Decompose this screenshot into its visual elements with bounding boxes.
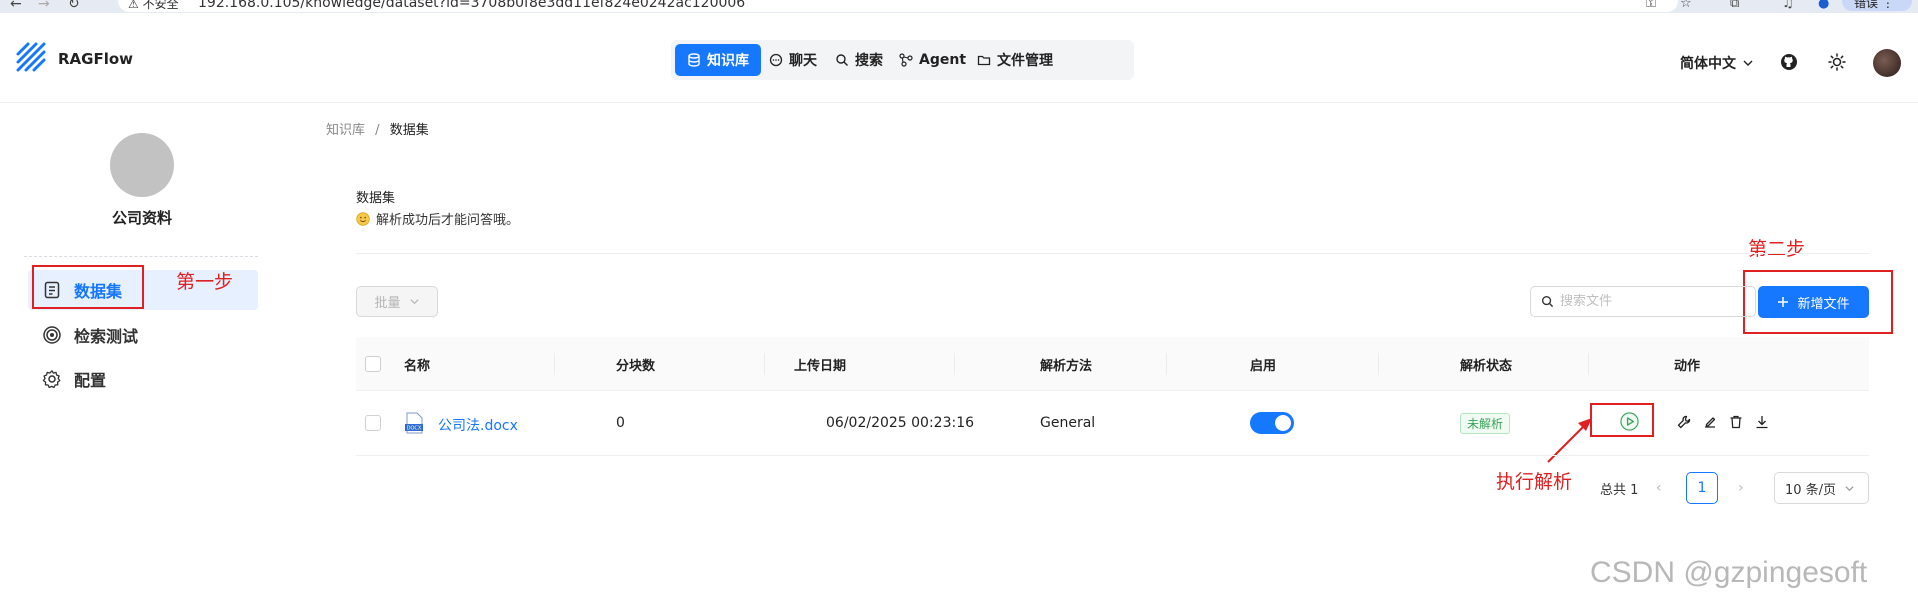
page-size-select[interactable]: 10 条/页 — [1774, 472, 1869, 504]
column-enabled[interactable]: 启用 — [1250, 355, 1276, 374]
column-upload-date[interactable]: 上传日期 — [794, 355, 846, 374]
column-chunks[interactable]: 分块数 — [616, 355, 655, 374]
extensions-icon[interactable]: ⧉ — [1730, 0, 1739, 11]
batch-button[interactable]: 批量 — [356, 286, 438, 317]
media-icon[interactable]: ♫ — [1782, 0, 1794, 11]
folder-icon — [977, 55, 991, 66]
profile-error-button[interactable]: 错误 ⋮ — [1842, 0, 1912, 11]
language-select[interactable]: 简体中文 — [1680, 53, 1754, 73]
select-all-checkbox[interactable] — [365, 356, 381, 372]
chevron-down-icon — [409, 299, 419, 305]
row-checkbox[interactable] — [365, 415, 381, 431]
database-icon — [688, 53, 700, 67]
next-page-icon[interactable]: › — [1738, 480, 1744, 496]
column-separator — [954, 353, 955, 375]
target-icon — [43, 326, 61, 344]
kb-name: 公司资料 — [111, 209, 172, 227]
url-text[interactable]: 192.168.0.105/knowledge/dataset?id=3708b… — [198, 0, 745, 11]
docx-file-icon: DOCX — [405, 412, 423, 434]
profile-icon[interactable]: ● — [1818, 0, 1829, 11]
browser-toolbar: ← → ↻ ⚠ 不安全 192.168.0.105/knowledge/data… — [0, 0, 1918, 13]
breadcrumb: 知识库 / 数据集 — [326, 119, 429, 138]
reload-icon[interactable]: ↻ — [68, 0, 80, 12]
nav-chat[interactable]: 聊天 — [757, 44, 829, 76]
column-separator — [1166, 353, 1167, 375]
section-tip: 解析成功后才能问答哦。 — [356, 209, 519, 228]
chevron-down-icon — [1743, 60, 1753, 66]
annotation-parse: 执行解析 — [1496, 471, 1573, 493]
download-icon[interactable] — [1754, 414, 1770, 430]
smile-emoji-icon — [356, 211, 370, 226]
breadcrumb-separator: / — [375, 123, 380, 138]
sidebar-item-retrieval-test[interactable]: 检索测试 — [32, 315, 138, 355]
gear-icon — [42, 370, 61, 389]
nav-file-management[interactable]: 文件管理 — [965, 44, 1065, 76]
page-number[interactable]: 1 — [1686, 472, 1718, 504]
app-header: RAGFlow 知识库 聊天 搜索 Agent 文件管理 简体中文 — [0, 13, 1918, 103]
search-input[interactable] — [1560, 294, 1740, 309]
search-icon — [836, 54, 848, 66]
star-icon[interactable]: ☆ — [1680, 0, 1692, 11]
svg-text:DOCX: DOCX — [407, 426, 422, 432]
edit-icon[interactable] — [1702, 414, 1718, 430]
watermark: CSDN @gzpingesoft — [1590, 556, 1868, 589]
parse-run-icon[interactable] — [1620, 412, 1639, 431]
back-icon[interactable]: ← — [10, 0, 22, 12]
theme-sun-icon[interactable] — [1828, 53, 1846, 71]
column-name[interactable]: 名称 — [404, 355, 430, 374]
delete-icon[interactable] — [1728, 414, 1744, 430]
table-header: 名称 分块数 上传日期 解析方法 启用 解析状态 动作 — [356, 337, 1869, 391]
forward-icon[interactable]: → — [38, 0, 50, 12]
column-separator — [1588, 353, 1589, 375]
chunk-count: 0 — [616, 415, 625, 431]
upload-date: 06/02/2025 00:23:16 — [826, 415, 975, 431]
search-icon — [1541, 295, 1554, 308]
column-parse-status[interactable]: 解析状态 — [1460, 355, 1512, 374]
section-title: 数据集 — [356, 191, 396, 206]
brand-name: RAGFlow — [58, 50, 134, 68]
user-avatar[interactable] — [1873, 49, 1901, 77]
table-row: DOCX 公司法.docx 0 06/02/2025 00:23:16 Gene… — [356, 391, 1869, 456]
kb-avatar — [110, 133, 174, 197]
agent-graph-icon — [899, 53, 913, 67]
plus-icon — [1778, 297, 1789, 307]
file-name-link[interactable]: 公司法.docx — [438, 415, 518, 435]
nav-knowledge-base[interactable]: 知识库 — [675, 44, 761, 76]
wrench-icon[interactable] — [1676, 414, 1692, 430]
column-actions: 动作 — [1674, 359, 1701, 374]
add-file-button[interactable]: 新增文件 — [1758, 286, 1869, 318]
breadcrumb-current: 数据集 — [389, 123, 429, 138]
column-separator — [764, 353, 765, 375]
key-icon[interactable]: ⚿ — [1646, 0, 1656, 11]
annotation-step1: 第一步 — [176, 271, 234, 293]
parse-status-badge: 未解析 — [1460, 413, 1511, 434]
file-search[interactable] — [1530, 286, 1756, 317]
parser-method[interactable]: General — [1040, 415, 1095, 431]
main-nav: 知识库 聊天 搜索 Agent 文件管理 — [671, 40, 1134, 80]
annotation-step2: 第二步 — [1748, 238, 1806, 260]
breadcrumb-root[interactable]: 知识库 — [326, 123, 365, 138]
annotation-box-step1 — [32, 265, 144, 309]
chevron-down-icon — [1845, 485, 1854, 491]
column-separator — [1378, 353, 1379, 375]
pagination-total: 总共 1 — [1600, 482, 1639, 498]
sidebar-divider — [24, 256, 258, 257]
section-divider — [356, 253, 1869, 254]
sidebar-item-settings[interactable]: 配置 — [32, 359, 106, 399]
prev-page-icon[interactable]: ‹ — [1656, 480, 1662, 496]
column-parser[interactable]: 解析方法 — [1040, 355, 1092, 374]
chat-icon — [769, 53, 783, 67]
github-icon[interactable] — [1780, 53, 1798, 71]
column-separator — [554, 353, 555, 375]
ragflow-logo-icon — [16, 42, 46, 72]
nav-search[interactable]: 搜索 — [823, 44, 895, 76]
enable-toggle[interactable] — [1250, 412, 1294, 434]
security-indicator[interactable]: ⚠ 不安全 — [128, 0, 179, 12]
